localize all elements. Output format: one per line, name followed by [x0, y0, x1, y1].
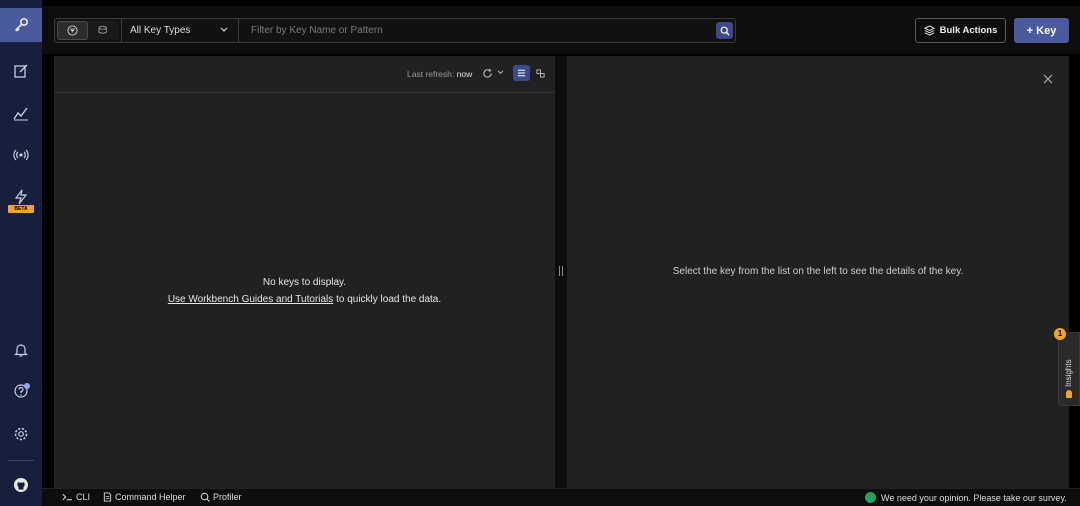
filter-icon — [67, 25, 78, 36]
sidebar-pubsub-button[interactable] — [0, 138, 42, 172]
insights-tab[interactable]: Insights — [1058, 332, 1080, 406]
search-mode-toggle — [57, 21, 119, 40]
last-refresh-label: Last refresh: — [407, 69, 455, 79]
profiler-label: Profiler — [213, 492, 242, 502]
sidebar-browser-button[interactable] — [0, 8, 42, 42]
empty-state-title: No keys to display. — [262, 277, 347, 288]
last-refresh-value: now — [456, 69, 473, 79]
profiler-button[interactable]: Profiler — [200, 492, 242, 502]
pattern-search-mode-button[interactable] — [57, 21, 88, 40]
lightbulb-icon — [1066, 390, 1072, 398]
sidebar-github-button[interactable] — [0, 468, 42, 502]
empty-state-message: Use Workbench Guides and Tutorials to qu… — [54, 294, 555, 305]
top-toolbar: All Key Types Bulk Actions + Key — [42, 6, 1080, 54]
tree-view-button[interactable] — [532, 65, 549, 81]
lightning-icon — [14, 189, 28, 205]
command-helper-button[interactable]: Command Helper — [103, 492, 186, 502]
sidebar-settings-button[interactable] — [0, 417, 42, 451]
bell-icon — [14, 344, 28, 357]
document-icon — [103, 492, 112, 502]
sidebar-notifications-button[interactable] — [0, 333, 42, 367]
database-search-icon — [98, 25, 107, 34]
beta-badge: BETA — [8, 205, 34, 213]
empty-state-suffix: to quickly load the data. — [333, 294, 442, 305]
chevron-down-icon[interactable] — [497, 70, 504, 75]
add-key-button[interactable]: + Key — [1014, 18, 1069, 43]
profiler-icon — [200, 492, 210, 502]
insights-count-badge: 1 — [1054, 328, 1066, 340]
list-view-button[interactable] — [513, 65, 530, 81]
key-icon — [15, 18, 28, 32]
bulk-actions-label: Bulk Actions — [939, 25, 998, 36]
sidebar: BETA — [0, 0, 42, 506]
key-type-selected: All Key Types — [130, 25, 191, 36]
sidebar-help-button[interactable] — [0, 374, 42, 408]
command-helper-label: Command Helper — [115, 492, 186, 502]
panel-resize-handle[interactable] — [555, 56, 567, 488]
sidebar-analysis-button[interactable] — [0, 96, 42, 130]
refresh-icon[interactable] — [482, 68, 493, 79]
sidebar-separator — [8, 460, 34, 461]
insights-label: Insights — [1064, 359, 1073, 387]
list-icon — [517, 69, 526, 77]
github-icon — [14, 478, 28, 492]
key-filter-group: All Key Types — [54, 18, 736, 43]
key-details-panel: Select the key from the list on the left… — [567, 56, 1069, 488]
cli-label: CLI — [76, 492, 91, 502]
last-refresh: Last refresh: now — [407, 69, 472, 79]
key-search-input[interactable] — [241, 19, 711, 42]
vector-search-mode-button[interactable] — [88, 21, 119, 40]
bottom-bar: CLI Command Helper Profiler We need your… — [42, 488, 1080, 506]
search-icon — [720, 26, 729, 35]
help-notification-dot — [24, 383, 30, 389]
bulk-actions-button[interactable]: Bulk Actions — [915, 18, 1006, 43]
layers-icon — [923, 25, 935, 36]
tree-view-icon — [536, 68, 545, 78]
survey-link[interactable]: We need your opinion. Please take our su… — [865, 492, 1067, 503]
broadcast-icon — [13, 149, 29, 161]
resize-grip — [559, 266, 563, 276]
survey-text: We need your opinion. Please take our su… — [881, 492, 1067, 503]
search-button[interactable] — [716, 22, 733, 39]
cli-button[interactable]: CLI — [62, 492, 90, 502]
details-placeholder-message: Select the key from the list on the left… — [672, 266, 964, 277]
sidebar-workbench-button[interactable] — [0, 54, 42, 88]
workbench-guides-link[interactable]: Use Workbench Guides and Tutorials — [168, 294, 333, 305]
chevron-down-icon — [220, 27, 228, 32]
gear-icon — [14, 427, 28, 441]
terminal-icon — [62, 493, 73, 501]
key-list-header: Last refresh: now — [54, 56, 555, 93]
close-icon — [1043, 74, 1053, 84]
close-details-button[interactable] — [1041, 72, 1055, 86]
edit-icon — [14, 64, 28, 78]
key-list-panel: Last refresh: now No keys to display. Us… — [54, 56, 555, 488]
survey-icon — [865, 492, 876, 503]
analytics-icon — [13, 107, 28, 121]
key-type-select[interactable]: All Key Types — [121, 19, 239, 42]
